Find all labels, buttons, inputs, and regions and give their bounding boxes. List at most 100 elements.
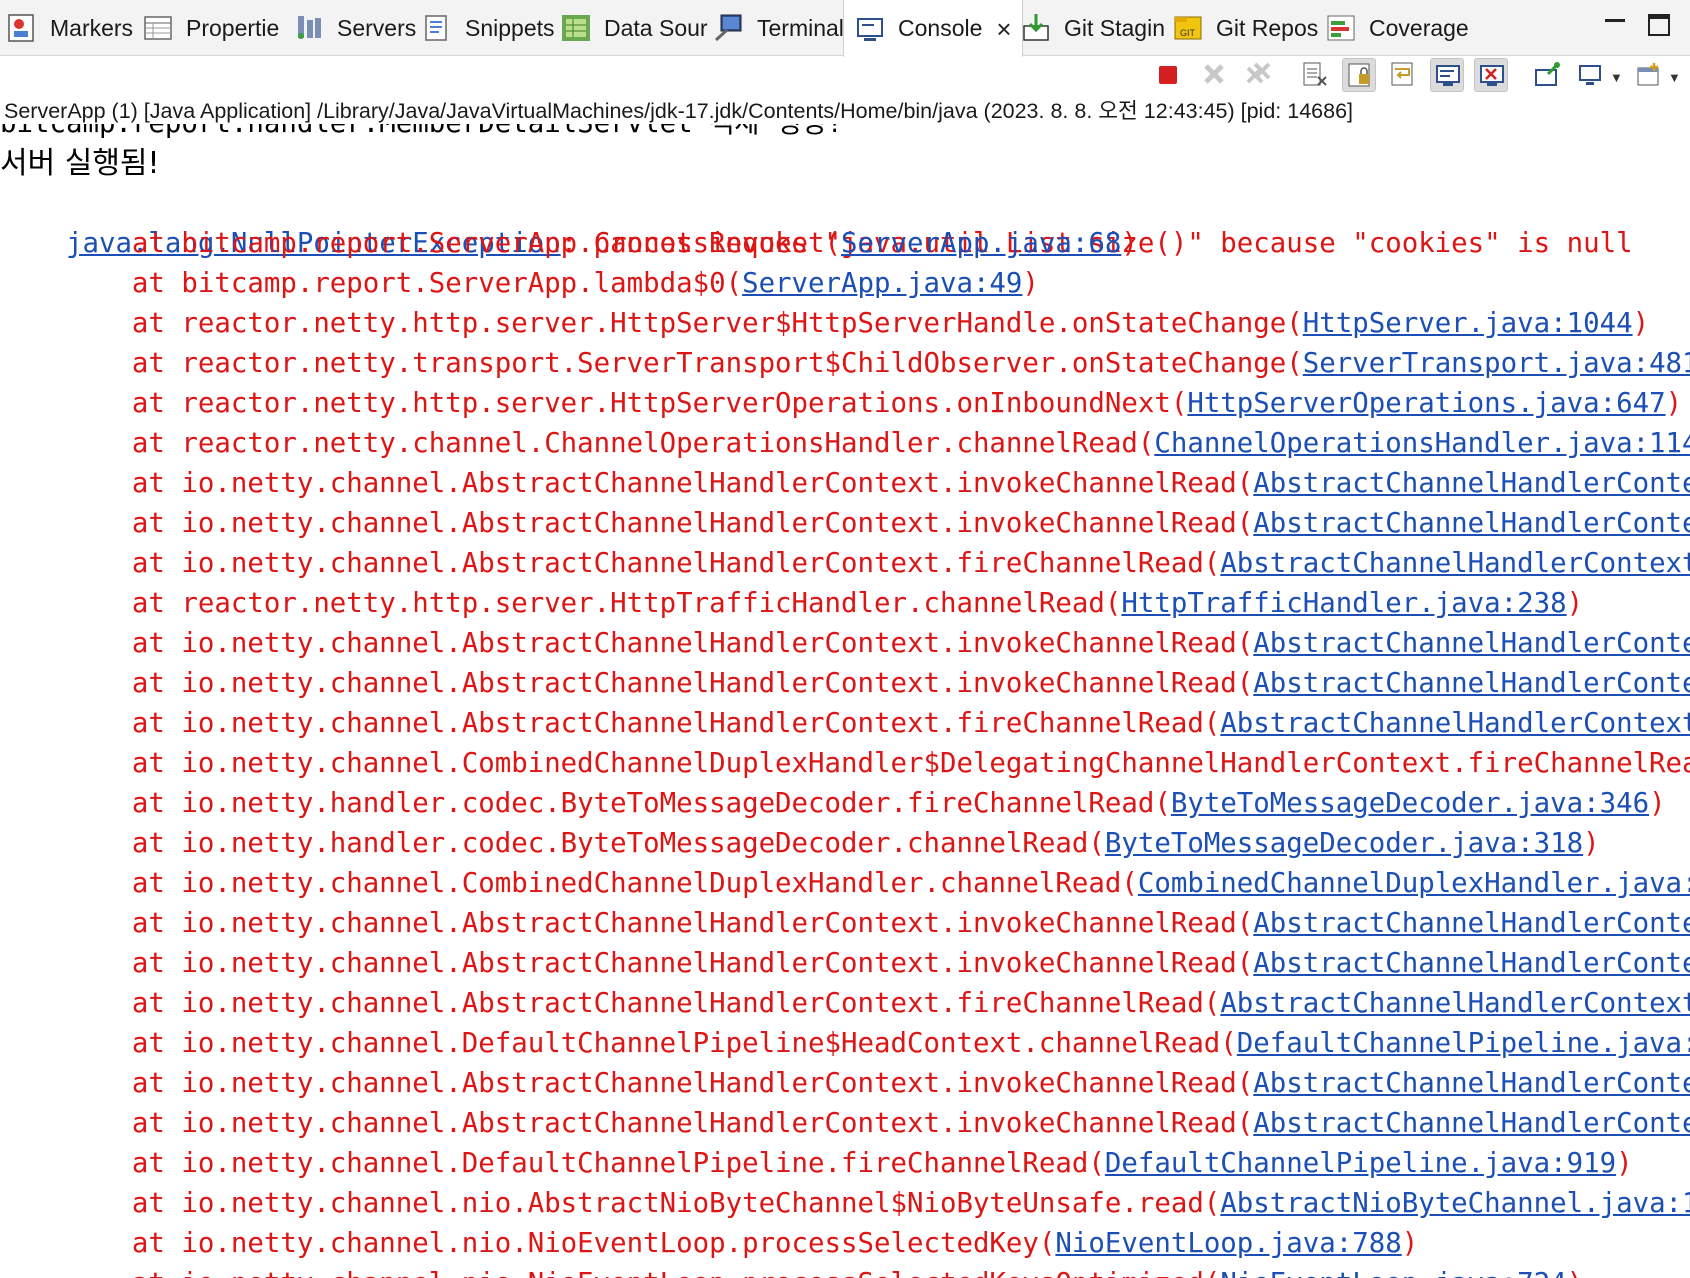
stack-frame-close: ) xyxy=(1566,588,1584,619)
remove-all-terminated-icon[interactable] xyxy=(1242,58,1276,92)
stack-frame-text: at io.netty.channel.AbstractChannelHandl… xyxy=(0,988,1221,1019)
source-file-link[interactable]: AbstractChannelHandlerContext xyxy=(1253,668,1690,699)
tab-coverage[interactable]: Coverage xyxy=(1325,0,1469,56)
tab-console[interactable]: Console × xyxy=(843,0,1023,57)
console-icon xyxy=(854,13,886,45)
stack-trace-line: at io.netty.channel.CombinedChannelDuple… xyxy=(0,864,1690,904)
tab-snippets[interactable]: Snippets xyxy=(421,0,555,56)
source-file-link[interactable]: ChannelOperationsHandler.java:114 xyxy=(1154,428,1690,459)
tab-label: Data Sour xyxy=(604,14,708,41)
source-file-link[interactable]: AbstractChannelHandlerContext xyxy=(1253,628,1690,659)
source-file-link[interactable]: AbstractChannelHandlerContext xyxy=(1253,908,1690,939)
show-on-stderr-icon[interactable] xyxy=(1474,58,1508,92)
stack-frame-text: at io.netty.handler.codec.ByteToMessageD… xyxy=(0,788,1171,819)
stack-frame-text: at reactor.netty.http.server.HttpTraffic… xyxy=(0,588,1122,619)
source-file-link[interactable]: ServerApp.java:68 xyxy=(841,228,1121,259)
source-file-link[interactable]: AbstractNioByteChannel.java:166 xyxy=(1220,1188,1690,1219)
chevron-down-icon[interactable]: ▼ xyxy=(1610,70,1623,85)
stack-trace-line: at io.netty.channel.AbstractChannelHandl… xyxy=(0,664,1690,704)
stack-trace-line: at bitcamp.report.ServerApp.processReque… xyxy=(0,224,1138,264)
console-output[interactable]: bitcamp.report.handler.MemberDetailServl… xyxy=(0,124,1690,1278)
view-tab-bar: Markers Propertie Servers Snippets Data … xyxy=(0,0,1690,57)
tab-label: Propertie xyxy=(186,14,280,41)
source-file-link[interactable]: AbstractChannelHandlerContext.ja xyxy=(1220,548,1690,579)
source-file-link[interactable]: NioEventLoop.java:724 xyxy=(1220,1268,1566,1278)
stack-frame-text: at io.netty.channel.AbstractChannelHandl… xyxy=(0,1108,1254,1139)
stack-frame-close: ) xyxy=(1022,268,1039,299)
stack-frame-text: at bitcamp.report.ServerApp.processReque… xyxy=(0,228,842,259)
stack-frame-text: at reactor.netty.channel.ChannelOperatio… xyxy=(0,428,1155,459)
stack-frame-text: at io.netty.channel.DefaultChannelPipeli… xyxy=(0,1148,1105,1179)
tab-terminal[interactable]: Terminal xyxy=(713,0,844,56)
stack-trace-line: at io.netty.channel.AbstractChannelHandl… xyxy=(0,1104,1690,1144)
stack-frame-text: at io.netty.channel.AbstractChannelHandl… xyxy=(0,908,1254,939)
console-line-server-started: 서버 실행됨! xyxy=(0,146,160,181)
stack-trace-line: at reactor.netty.http.server.HttpTraffic… xyxy=(0,584,1583,624)
pin-console-icon[interactable] xyxy=(1530,58,1564,92)
source-file-link[interactable]: HttpTrafficHandler.java:238 xyxy=(1121,588,1566,619)
source-file-link[interactable]: NioEventLoop.java:788 xyxy=(1055,1228,1401,1259)
svg-text:GIT: GIT xyxy=(1180,28,1196,38)
console-line-clipped: bitcamp.report.handler.MemberDetailServl… xyxy=(0,124,843,144)
tab-label: Git Repos xyxy=(1216,14,1319,41)
tab-git-repos[interactable]: GIT Git Repos xyxy=(1172,0,1318,56)
tab-markers[interactable]: Markers xyxy=(6,0,133,56)
stack-trace-line: at io.netty.channel.AbstractChannelHandl… xyxy=(0,624,1690,664)
data-source-icon xyxy=(560,12,592,44)
source-file-link[interactable]: AbstractChannelHandlerContext xyxy=(1253,948,1690,979)
stack-trace-line: at io.netty.channel.AbstractChannelHandl… xyxy=(0,464,1690,504)
stack-trace-line: at io.netty.channel.AbstractChannelHandl… xyxy=(0,1064,1690,1104)
source-file-link[interactable]: DefaultChannelPipeline.java:919 xyxy=(1105,1148,1616,1179)
stack-frame-text: at io.netty.channel.nio.NioEventLoop.pro… xyxy=(0,1268,1220,1278)
source-file-link[interactable]: AbstractChannelHandlerContext xyxy=(1253,468,1690,499)
stack-frame-text: at reactor.netty.http.server.HttpServer$… xyxy=(0,308,1303,339)
source-file-link[interactable]: HttpServerOperations.java:647 xyxy=(1187,388,1665,419)
word-wrap-icon[interactable] xyxy=(1386,58,1420,92)
source-file-link[interactable]: HttpServer.java:1044 xyxy=(1303,308,1633,339)
stack-frame-close: ) xyxy=(1649,788,1666,819)
tab-properties[interactable]: Propertie xyxy=(142,0,279,56)
stack-frame-text: at io.netty.channel.CombinedChannelDuple… xyxy=(0,868,1138,899)
git-repos-icon: GIT xyxy=(1172,12,1204,44)
source-file-link[interactable]: AbstractChannelHandlerContext xyxy=(1253,1108,1690,1139)
show-on-stdout-icon[interactable] xyxy=(1430,58,1464,92)
tab-git-staging[interactable]: Git Stagin xyxy=(1020,0,1165,56)
stack-frame-text: at io.netty.channel.AbstractChannelHandl… xyxy=(0,468,1254,499)
display-selected-console-icon[interactable] xyxy=(1574,58,1608,92)
source-file-link[interactable]: ByteToMessageDecoder.java:346 xyxy=(1171,788,1649,819)
minimize-icon[interactable] xyxy=(1602,12,1628,38)
close-icon[interactable]: × xyxy=(996,16,1011,42)
stack-frame-close: ) xyxy=(1567,1268,1584,1278)
properties-icon xyxy=(142,12,174,44)
stack-trace-line: at io.netty.channel.AbstractChannelHandl… xyxy=(0,704,1690,744)
open-console-icon[interactable] xyxy=(1632,58,1666,92)
chevron-down-icon[interactable]: ▼ xyxy=(1668,70,1681,85)
tab-servers[interactable]: Servers xyxy=(293,0,416,56)
source-file-link[interactable]: AbstractChannelHandlerContext.ja xyxy=(1220,708,1690,739)
source-file-link[interactable]: AbstractChannelHandlerContext xyxy=(1253,1068,1690,1099)
source-file-link[interactable]: AbstractChannelHandlerContext.ja xyxy=(1220,988,1690,1019)
source-file-link[interactable]: CombinedChannelDuplexHandler.java:25 xyxy=(1138,868,1690,899)
remove-launch-icon[interactable] xyxy=(1198,58,1232,92)
source-file-link[interactable]: ByteToMessageDecoder.java:318 xyxy=(1105,828,1583,859)
maximize-icon[interactable] xyxy=(1646,12,1672,38)
stack-frame-text: at reactor.netty.http.server.HttpServerO… xyxy=(0,388,1188,419)
stack-trace-line: at io.netty.channel.AbstractChannelHandl… xyxy=(0,984,1690,1024)
stack-trace-line: at io.netty.channel.nio.NioEventLoop.pro… xyxy=(0,1224,1418,1264)
source-file-link[interactable]: AbstractChannelHandlerContext xyxy=(1253,508,1690,539)
stack-trace-line: at io.netty.channel.DefaultChannelPipeli… xyxy=(0,1024,1690,1064)
tab-data-source[interactable]: Data Sour xyxy=(560,0,708,56)
scroll-lock-icon[interactable] xyxy=(1342,58,1376,92)
source-file-link[interactable]: DefaultChannelPipeline.java:14 xyxy=(1237,1028,1690,1059)
stack-frame-close: ) xyxy=(1665,388,1683,419)
source-file-link[interactable]: ServerTransport.java:481 xyxy=(1303,348,1690,379)
stack-frame-text: at io.netty.channel.AbstractChannelHandl… xyxy=(0,1068,1254,1099)
terminate-icon[interactable] xyxy=(1152,58,1186,92)
source-file-link[interactable]: ServerApp.java:49 xyxy=(742,268,1022,299)
clear-console-icon[interactable] xyxy=(1298,58,1332,92)
stack-trace-line: at reactor.netty.http.server.HttpServer$… xyxy=(0,304,1649,344)
stack-frame-text: at io.netty.channel.CombinedChannelDuple… xyxy=(0,748,1690,779)
stack-frame-text: at io.netty.channel.AbstractChannelHandl… xyxy=(0,708,1221,739)
markers-icon xyxy=(6,12,38,44)
coverage-icon xyxy=(1325,12,1357,44)
